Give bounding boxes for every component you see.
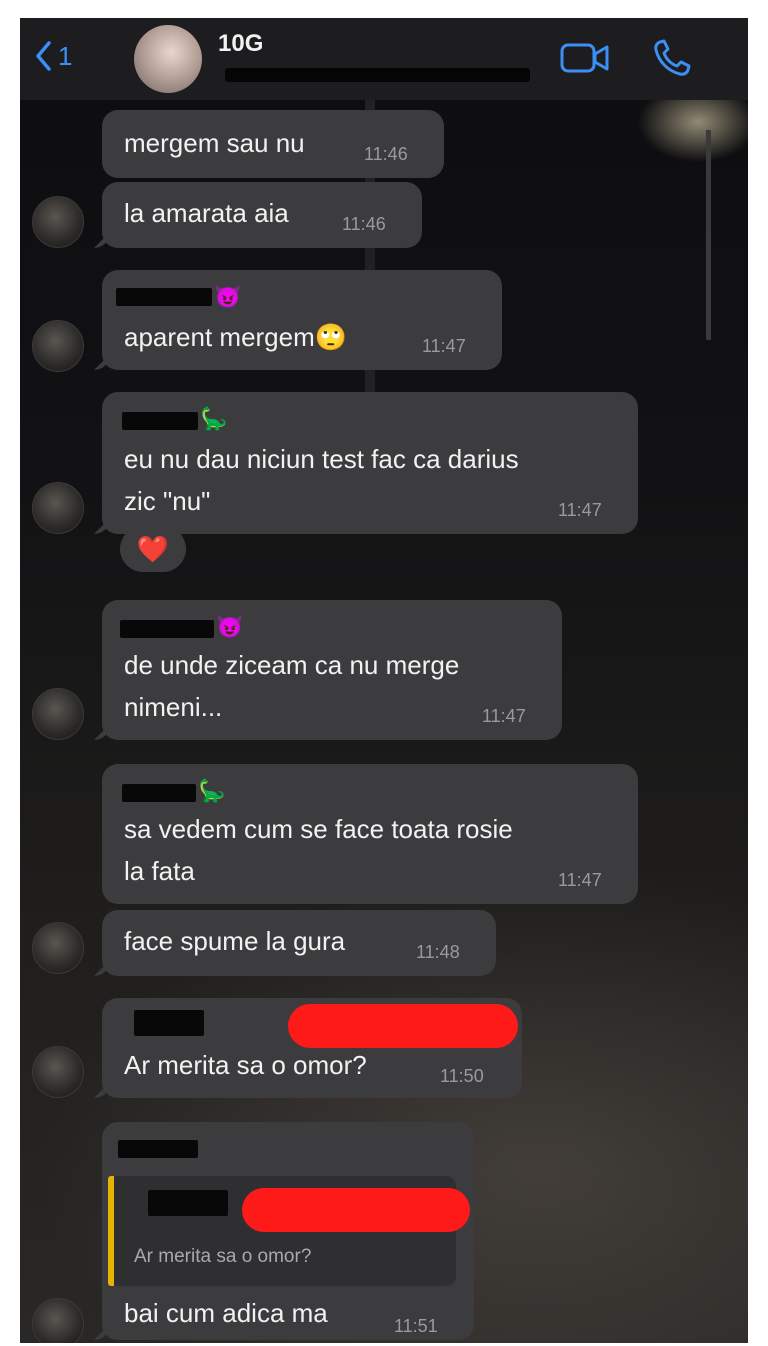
sender-avatar[interactable] <box>32 1298 84 1343</box>
sender-avatar[interactable] <box>32 196 84 248</box>
chat-header: 1 10G <box>20 18 748 100</box>
message-time: 11:51 <box>394 1316 438 1336</box>
phone-call-icon[interactable] <box>652 38 692 78</box>
quoted-message[interactable]: Ar merita sa o omor? <box>108 1176 470 1286</box>
redacted-sender-name <box>118 1140 198 1158</box>
message-text: face spume la gura <box>124 926 346 956</box>
message-bubble[interactable]: Ar merita sa o omor? bai cum adica ma 11… <box>94 1122 474 1340</box>
sender-emoji: 🦕 <box>200 406 228 431</box>
bubble-tail <box>94 960 110 976</box>
bubble-tail <box>94 354 110 370</box>
message-time: 11:48 <box>416 942 460 962</box>
message-time: 11:46 <box>342 214 386 234</box>
message-text: mergem sau nu <box>124 128 305 158</box>
chat-title[interactable]: 10G <box>218 30 263 58</box>
redacted-sender-name <box>116 288 212 306</box>
message-text-line: zic "nu" <box>124 486 211 516</box>
bubble-tail <box>94 1324 110 1340</box>
redacted-phone-number <box>288 1004 518 1048</box>
bubble-tail <box>94 232 110 248</box>
redacted-sender-name <box>134 1010 204 1036</box>
message-text-line: de unde ziceam ca nu merge <box>124 650 460 680</box>
bubble-tail <box>94 518 110 534</box>
redacted-sender-name <box>120 620 214 638</box>
sender-emoji: 🦕 <box>198 778 226 803</box>
message-text-line: eu nu dau niciun test fac ca darius <box>124 444 519 474</box>
message-text-line: sa vedem cum se face toata rosie <box>124 814 513 844</box>
message-bubble[interactable]: 😈 de unde ziceam ca nu merge nimeni... 1… <box>94 600 562 740</box>
sender-emoji: 😈 <box>214 284 242 309</box>
reaction-badge[interactable]: ❤️ <box>120 526 186 572</box>
group-avatar[interactable] <box>134 25 202 93</box>
message-text-line: la fata <box>124 856 195 886</box>
message-text: bai cum adica ma <box>124 1298 328 1328</box>
bubble-tail <box>94 1082 110 1098</box>
quote-bar <box>108 1176 114 1286</box>
message-time: 11:47 <box>422 336 466 356</box>
quoted-text: Ar merita sa o omor? <box>134 1246 312 1267</box>
message-bubble[interactable]: la amarata aia 11:46 <box>94 182 422 248</box>
message-time: 11:47 <box>558 500 602 520</box>
sender-avatar[interactable] <box>32 320 84 372</box>
redacted-sender-name <box>122 784 196 802</box>
sender-avatar[interactable] <box>32 1046 84 1098</box>
sender-avatar[interactable] <box>32 688 84 740</box>
heart-icon: ❤️ <box>136 533 170 564</box>
message-bubble[interactable]: 😈 aparent mergem🙄 11:47 <box>94 270 502 370</box>
redacted-sender-name <box>122 412 198 430</box>
message-text: la amarata aia <box>124 198 289 228</box>
chat-screen: 1 10G mergem sau nu 11:46 la amarata aia… <box>20 18 748 1343</box>
redacted-quoted-sender <box>148 1190 228 1216</box>
redacted-subtitle <box>225 68 530 82</box>
message-bubble[interactable]: 🦕 sa vedem cum se face toata rosie la fa… <box>102 764 638 904</box>
message-bubble[interactable]: face spume la gura 11:48 <box>94 910 496 976</box>
chevron-left-icon <box>36 41 51 71</box>
sender-avatar[interactable] <box>32 482 84 534</box>
message-time: 11:47 <box>558 870 602 890</box>
message-bubble[interactable]: Ar merita sa o omor? 11:50 <box>94 998 522 1098</box>
sender-emoji: 😈 <box>216 614 244 639</box>
redacted-quoted-number <box>242 1188 470 1232</box>
background-lamp-pole <box>706 130 711 340</box>
message-time: 11:50 <box>440 1066 484 1086</box>
rolling-eyes-emoji: 🙄 <box>314 322 348 352</box>
sender-avatar[interactable] <box>32 922 84 974</box>
video-call-icon[interactable] <box>560 42 610 74</box>
message-text-line: nimeni... <box>124 692 223 722</box>
message-text: Ar merita sa o omor? <box>124 1050 367 1080</box>
bubble-tail <box>94 724 110 740</box>
back-button[interactable]: 1 <box>34 40 72 72</box>
message-time: 11:46 <box>364 144 408 164</box>
message-bubble[interactable]: mergem sau nu 11:46 <box>102 110 444 178</box>
message-text: aparent mergem🙄 <box>124 322 348 352</box>
back-unread-count: 1 <box>58 40 73 71</box>
message-bubble[interactable]: 🦕 eu nu dau niciun test fac ca darius zi… <box>94 392 638 534</box>
message-time: 11:47 <box>482 706 526 726</box>
